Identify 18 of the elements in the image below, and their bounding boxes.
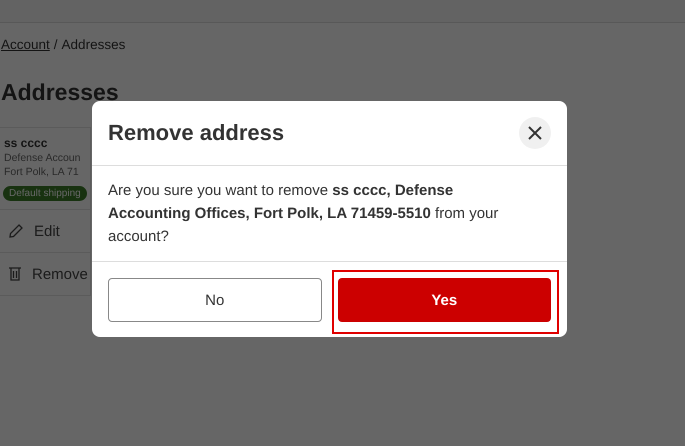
address-line: Defense Accoun (4, 152, 82, 164)
confirm-button[interactable]: Yes (338, 278, 551, 322)
page-heading: Addresses (1, 80, 120, 106)
cancel-button[interactable]: No (108, 278, 322, 322)
trash-icon (8, 266, 22, 282)
address-name: ss cccc (4, 136, 48, 150)
dialog-title: Remove address (108, 120, 284, 146)
pencil-icon (8, 223, 24, 240)
dialog-message: Are you sure you want to remove ss cccc, Defense Accounting Offices, Fort Polk, LA 71459-5510 from your account? (92, 166, 567, 262)
breadcrumb-current: Addresses (62, 37, 126, 52)
close-icon (528, 126, 542, 140)
breadcrumb-separator: / (54, 37, 58, 52)
close-button[interactable] (519, 117, 551, 149)
edit-link[interactable]: Edit (34, 222, 60, 240)
breadcrumb-link[interactable]: Account (1, 37, 50, 52)
default-badge: Default shipping (3, 186, 87, 202)
address-line: Fort Polk, LA 71 (4, 166, 80, 178)
remove-link[interactable]: Remove (32, 266, 88, 283)
